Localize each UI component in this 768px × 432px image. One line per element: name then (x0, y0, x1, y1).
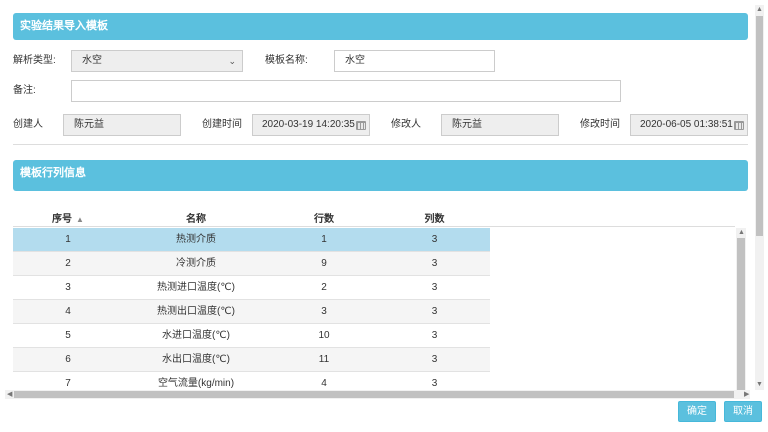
table-row[interactable]: 1 热测介质 1 3 (13, 228, 490, 252)
scroll-up-arrow-icon[interactable]: ▲ (738, 229, 745, 237)
created-time-field[interactable]: 2020-03-19 14:20:35 (252, 114, 370, 136)
creator-field: 陈元益 (63, 114, 181, 136)
modifier-field: 陈元益 (441, 114, 559, 136)
table-row[interactable]: 4 热测出口温度(℃) 3 3 (13, 300, 490, 324)
table-vertical-scroll-thumb[interactable] (737, 238, 745, 390)
panel-title-import-template: 实验结果导入模板 (13, 13, 748, 40)
section-divider (13, 144, 748, 145)
table-header-divider (13, 226, 735, 227)
calendar-icon[interactable] (734, 121, 744, 130)
confirm-button[interactable]: 确定 (678, 401, 716, 422)
modified-time-value: 2020-06-05 01:38:51 (640, 119, 733, 130)
remark-input[interactable] (71, 80, 621, 102)
template-name-input[interactable]: 水空 (334, 50, 495, 72)
calendar-icon[interactable] (356, 121, 366, 130)
column-header-no[interactable]: 序号 ▲ (13, 210, 123, 225)
template-name-label: 模板名称: (265, 55, 308, 66)
column-header-name[interactable]: 名称 (123, 210, 269, 225)
page-vertical-scroll-thumb[interactable] (756, 16, 763, 236)
column-header-rows[interactable]: 行数 (269, 210, 379, 225)
table-row[interactable]: 3 热测进口温度(℃) 2 3 (13, 276, 490, 300)
scroll-left-arrow-icon[interactable]: ◀ (7, 391, 12, 399)
scroll-down-arrow-icon[interactable]: ▼ (756, 381, 763, 389)
table-row[interactable]: 7 空气流量(kg/min) 4 3 (13, 372, 490, 390)
table-row[interactable]: 2 冷测介质 9 3 (13, 252, 490, 276)
created-time-label: 创建时间 (202, 119, 242, 130)
column-header-cols[interactable]: 列数 (379, 210, 490, 225)
table-row[interactable]: 5 水进口温度(℃) 10 3 (13, 324, 490, 348)
created-time-value: 2020-03-19 14:20:35 (262, 119, 355, 130)
remark-label: 备注: (13, 85, 36, 96)
chevron-down-icon: ⌄ (228, 56, 236, 66)
parse-type-select[interactable]: 水空 ⌄ (71, 50, 243, 72)
parse-type-label: 解析类型: (13, 55, 56, 66)
table-row[interactable]: 6 水出口温度(℃) 11 3 (13, 348, 490, 372)
modifier-label: 修改人 (391, 119, 421, 130)
cancel-button[interactable]: 取消 (724, 401, 762, 422)
modified-time-field[interactable]: 2020-06-05 01:38:51 (630, 114, 748, 136)
scroll-right-arrow-icon[interactable]: ▶ (744, 391, 749, 399)
parse-type-value: 水空 (82, 55, 102, 66)
panel-title-row-column-info: 模板行列信息 (13, 160, 748, 191)
creator-label: 创建人 (13, 119, 43, 130)
sort-icon[interactable]: ▲ (76, 215, 84, 224)
horizontal-scroll-thumb[interactable] (14, 391, 734, 398)
scroll-up-arrow-icon[interactable]: ▲ (756, 6, 763, 14)
modified-time-label: 修改时间 (580, 119, 620, 130)
